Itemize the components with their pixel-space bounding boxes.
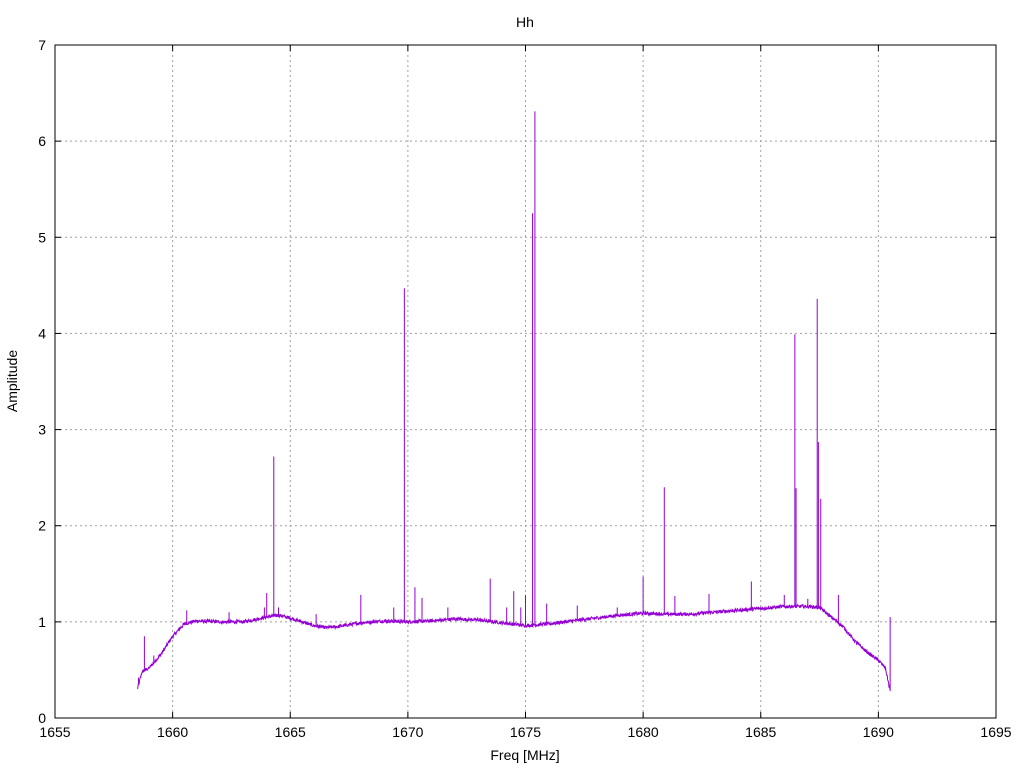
chart-title: Hh <box>516 14 534 30</box>
x-tick-label: 1665 <box>275 724 306 740</box>
x-tick-label: 1670 <box>392 724 423 740</box>
y-tick-label: 0 <box>38 710 46 726</box>
x-tick-label: 1695 <box>980 724 1011 740</box>
amplitude-chart: 1655 1660 1665 1670 1675 1680 1685 1690 1695 0 1 2 3… <box>0 0 1024 768</box>
x-tick-label: 1660 <box>157 724 188 740</box>
x-tick-label: 1675 <box>510 724 541 740</box>
y-tick-label: 7 <box>38 37 46 53</box>
y-tick-label: 2 <box>38 518 46 534</box>
y-tick-label: 3 <box>38 422 46 438</box>
x-tick-label: 1680 <box>628 724 659 740</box>
x-tick-label: 1690 <box>863 724 894 740</box>
y-tick-label: 4 <box>38 325 46 341</box>
y-tick-label: 6 <box>38 133 46 149</box>
x-tick-label: 1685 <box>745 724 776 740</box>
x-axis-label: Freq [MHz] <box>490 747 559 763</box>
y-axis-label: Amplitude <box>4 350 20 412</box>
y-tick-label: 5 <box>38 229 46 245</box>
x-tick-label: 1655 <box>39 724 70 740</box>
y-tick-label: 1 <box>38 614 46 630</box>
